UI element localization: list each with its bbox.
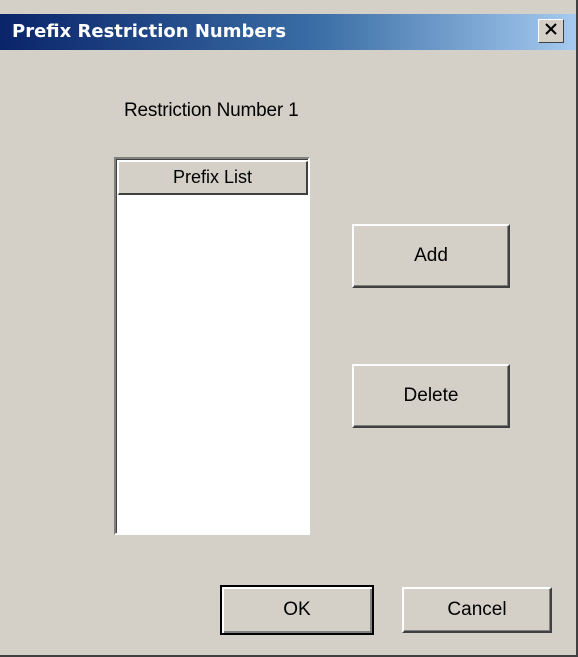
prefix-list[interactable]: Prefix List xyxy=(114,157,310,535)
close-button[interactable] xyxy=(538,19,564,43)
ok-button[interactable]: OK xyxy=(220,585,374,635)
prefix-restriction-dialog: Prefix Restriction Numbers Restriction N… xyxy=(0,0,578,657)
window-title: Prefix Restriction Numbers xyxy=(12,21,287,42)
restriction-number-label: Restriction Number 1 xyxy=(124,100,299,121)
cancel-button[interactable]: Cancel xyxy=(402,587,552,633)
close-icon xyxy=(544,22,558,41)
prefix-list-column-header[interactable]: Prefix List xyxy=(118,161,308,195)
delete-button[interactable]: Delete xyxy=(352,364,510,428)
title-bar[interactable]: Prefix Restriction Numbers xyxy=(0,14,576,50)
add-button[interactable]: Add xyxy=(352,224,510,288)
